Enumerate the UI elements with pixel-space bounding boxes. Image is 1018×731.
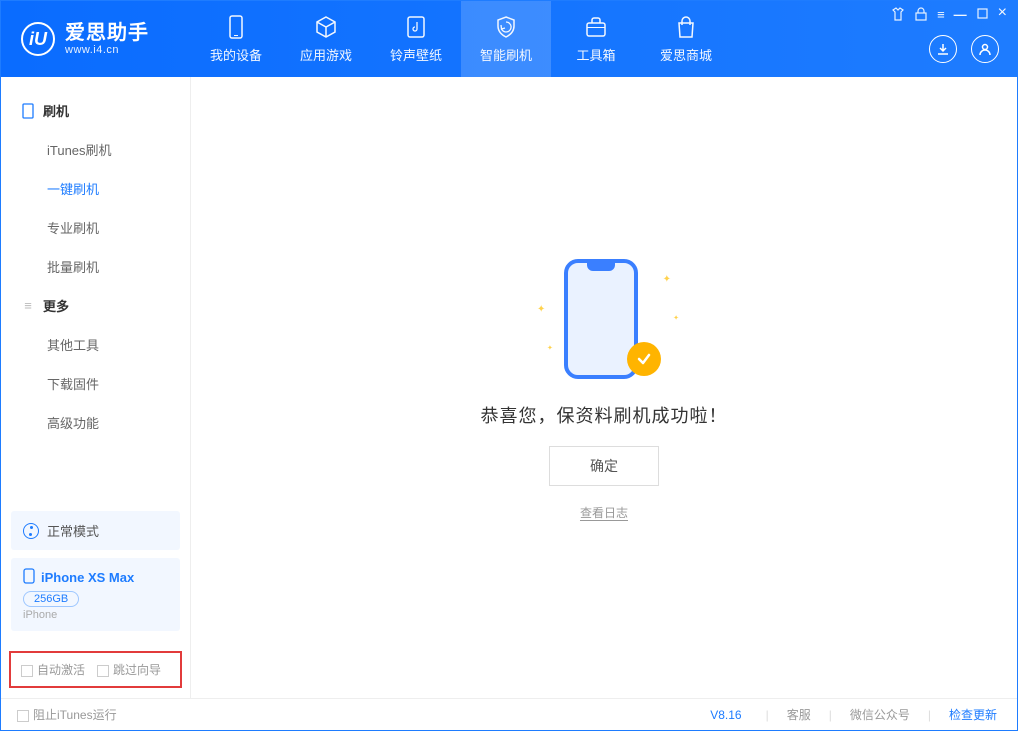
- sidebar-item-onekey-flash[interactable]: 一键刷机: [1, 169, 190, 208]
- success-message: 恭喜您，保资料刷机成功啦！: [481, 402, 728, 428]
- device-storage: 256GB: [23, 591, 79, 607]
- sidebar-bottom: 正常模式 iPhone XS Max 256GB iPhone: [1, 511, 190, 631]
- tab-label: 应用游戏: [300, 45, 352, 64]
- mode-label: 正常模式: [47, 521, 99, 540]
- device-type: iPhone: [23, 609, 168, 621]
- sidebar: 刷机 iTunes刷机 一键刷机 专业刷机 批量刷机 ≡ 更多 其他工具 下载固…: [1, 77, 191, 698]
- header: iU 爱思助手 www.i4.cn 我的设备 应用游戏 铃声壁纸 智能刷机: [1, 1, 1017, 77]
- sidebar-item-batch-flash[interactable]: 批量刷机: [1, 247, 190, 286]
- header-right-controls: [929, 35, 999, 63]
- tab-smart-flash[interactable]: 智能刷机: [461, 1, 551, 77]
- device-phone-icon: [23, 568, 35, 587]
- status-box[interactable]: 正常模式: [11, 511, 180, 550]
- footer-link-update[interactable]: 检查更新: [945, 706, 1001, 723]
- close-button[interactable]: ×: [998, 7, 1007, 24]
- titlebar-controls: ≡ ― ×: [891, 7, 1007, 24]
- check-badge-icon: [627, 342, 661, 376]
- sparkle-icon: ✦: [663, 274, 671, 285]
- highlighted-options: 自动激活 跳过向导: [9, 651, 182, 688]
- tab-toolbox[interactable]: 工具箱: [551, 1, 641, 77]
- version-label: V8.16: [710, 708, 741, 722]
- main-content: ✦ ✦ ✦ ✦ 恭喜您，保资料刷机成功啦！ 确定 查看日志: [191, 77, 1017, 698]
- footer-link-support[interactable]: 客服: [783, 706, 815, 723]
- success-illustration: ✦ ✦ ✦ ✦: [529, 254, 679, 384]
- sidebar-item-other-tools[interactable]: 其他工具: [1, 325, 190, 364]
- phone-icon: [224, 15, 248, 39]
- app-subtitle: www.i4.cn: [65, 44, 149, 56]
- app-title: 爱思助手: [65, 22, 149, 44]
- main-tabs: 我的设备 应用游戏 铃声壁纸 智能刷机 工具箱 爱思商城: [191, 1, 731, 77]
- ok-button[interactable]: 确定: [549, 446, 659, 486]
- footer: 阻止iTunes运行 V8.16 | 客服 | 微信公众号 | 检查更新: [1, 698, 1017, 730]
- tab-store[interactable]: 爱思商城: [641, 1, 731, 77]
- footer-link-wechat[interactable]: 微信公众号: [846, 706, 914, 723]
- sparkle-icon: ✦: [673, 314, 679, 322]
- skip-guide-checkbox[interactable]: 跳过向导: [97, 661, 161, 678]
- device-icon: [21, 104, 35, 118]
- tab-my-device[interactable]: 我的设备: [191, 1, 281, 77]
- shield-icon: [494, 15, 518, 39]
- tab-label: 工具箱: [576, 45, 615, 64]
- tab-label: 爱思商城: [660, 45, 712, 64]
- block-itunes-checkbox[interactable]: 阻止iTunes运行: [17, 706, 117, 723]
- app-logo-icon: iU: [21, 22, 55, 56]
- bag-icon: [674, 15, 698, 39]
- device-name: iPhone XS Max: [41, 570, 134, 585]
- view-log-link[interactable]: 查看日志: [580, 504, 628, 521]
- tab-label: 我的设备: [210, 45, 262, 64]
- tab-apps-games[interactable]: 应用游戏: [281, 1, 371, 77]
- side-group-flash: 刷机: [1, 91, 190, 130]
- maximize-button[interactable]: [977, 7, 988, 24]
- logo-area: iU 爱思助手 www.i4.cn: [1, 1, 191, 77]
- sparkle-icon: ✦: [547, 344, 553, 352]
- cube-icon: [314, 15, 338, 39]
- tab-ring-wallpaper[interactable]: 铃声壁纸: [371, 1, 461, 77]
- minimize-button[interactable]: ―: [954, 7, 967, 24]
- sparkle-icon: ✦: [537, 304, 545, 315]
- side-group-label: 更多: [43, 296, 69, 315]
- sidebar-item-itunes-flash[interactable]: iTunes刷机: [1, 130, 190, 169]
- sidebar-item-advanced[interactable]: 高级功能: [1, 403, 190, 442]
- list-icon: ≡: [21, 299, 35, 313]
- download-button[interactable]: [929, 35, 957, 63]
- lock-icon[interactable]: [915, 7, 927, 24]
- music-icon: [404, 15, 428, 39]
- side-group-label: 刷机: [43, 101, 69, 120]
- device-box[interactable]: iPhone XS Max 256GB iPhone: [11, 558, 180, 631]
- sidebar-item-download-firmware[interactable]: 下载固件: [1, 364, 190, 403]
- toolbox-icon: [584, 15, 608, 39]
- tab-label: 智能刷机: [480, 45, 532, 64]
- sidebar-item-pro-flash[interactable]: 专业刷机: [1, 208, 190, 247]
- auto-activate-checkbox[interactable]: 自动激活: [21, 661, 85, 678]
- body: 刷机 iTunes刷机 一键刷机 专业刷机 批量刷机 ≡ 更多 其他工具 下载固…: [1, 77, 1017, 698]
- app-window: iU 爱思助手 www.i4.cn 我的设备 应用游戏 铃声壁纸 智能刷机: [0, 0, 1018, 731]
- shirt-icon[interactable]: [891, 7, 905, 24]
- tab-label: 铃声壁纸: [390, 45, 442, 64]
- user-button[interactable]: [971, 35, 999, 63]
- side-list: 刷机 iTunes刷机 一键刷机 专业刷机 批量刷机 ≡ 更多 其他工具 下载固…: [1, 77, 190, 511]
- menu-icon[interactable]: ≡: [937, 7, 944, 24]
- side-group-more: ≡ 更多: [1, 286, 190, 325]
- mode-icon: [23, 523, 39, 539]
